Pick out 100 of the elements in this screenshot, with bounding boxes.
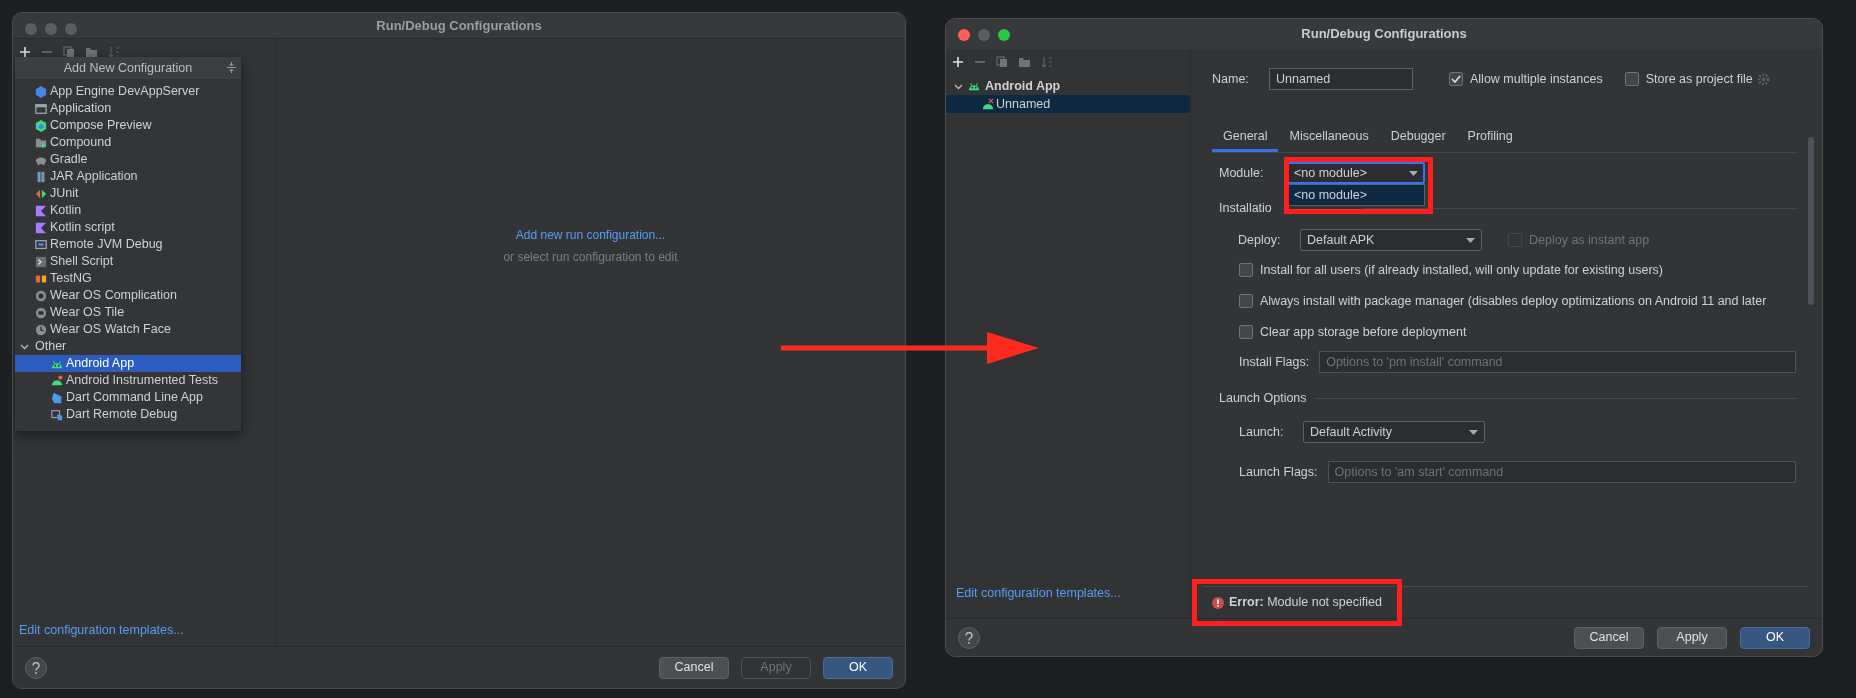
menu-item[interactable]: Kotlin [15, 202, 241, 219]
checkbox[interactable] [1239, 263, 1253, 278]
text-field[interactable]: Options to 'pm install' command [1319, 351, 1796, 374]
menu-item[interactable]: JAR Application [15, 168, 241, 185]
menu-item-label: Android App [66, 355, 135, 373]
templates-link[interactable]: Edit configuration templates... [946, 584, 1190, 618]
dropdown[interactable]: Default APK [1300, 229, 1482, 251]
help-button[interactable] [25, 656, 47, 679]
tab[interactable]: Profiling [1456, 124, 1524, 152]
diamond-arrows-icon [35, 187, 47, 200]
menu-item-label: TestNG [50, 270, 92, 288]
ok-button[interactable]: OK [823, 656, 893, 679]
dropdown-arrow-icon [1469, 429, 1478, 435]
dropdown-option[interactable]: <no module> [1288, 185, 1424, 205]
watch-icon [35, 289, 47, 302]
hexagon-icon [35, 85, 47, 98]
menu-item[interactable]: Wear OS Tile [15, 304, 241, 321]
menu-item[interactable]: Gradle [15, 151, 241, 168]
menu-item[interactable]: Shell Script [15, 253, 241, 270]
android-error-icon [982, 98, 994, 110]
android-icon [51, 374, 63, 387]
checkbox-label: Deploy as instant app [1529, 231, 1650, 249]
menu-item[interactable]: Wear OS Watch Face [15, 321, 241, 338]
section-title: Installatio [1219, 199, 1272, 217]
checkbox[interactable] [1449, 72, 1463, 86]
menu-item[interactable]: Remote JVM Debug [15, 236, 241, 253]
copy-icon[interactable] [996, 56, 1008, 68]
menu-item-label: Wear OS Watch Face [50, 321, 171, 339]
k-icon [35, 221, 47, 234]
sort-icon[interactable] [1041, 56, 1053, 68]
tree-label: Unnamed [996, 95, 1051, 113]
k-icon [35, 204, 47, 217]
popup-title: Add New Configuration [63, 59, 193, 77]
add-configuration-link[interactable]: Add new run configuration... [515, 226, 666, 244]
checkbox[interactable] [1239, 294, 1253, 309]
menu-item-label: Compound [50, 134, 112, 152]
menu-item[interactable]: Dart Command Line App [15, 389, 241, 406]
add-icon[interactable] [19, 46, 31, 58]
sort-icon[interactable] [108, 46, 120, 58]
tab[interactable]: Debugger [1379, 124, 1457, 152]
ok-button[interactable]: OK [1740, 626, 1810, 649]
chevron-icon [20, 342, 29, 351]
clock-icon [35, 323, 47, 336]
help-button[interactable] [958, 626, 980, 649]
menu-item[interactable]: App Engine DevAppServer [15, 83, 241, 100]
menu-group[interactable]: Other [15, 338, 241, 355]
dialog-button[interactable]: Cancel [1574, 626, 1644, 649]
menu-item[interactable]: Kotlin script [15, 219, 241, 236]
android-icon [968, 80, 980, 92]
menu-item-label: Dart Remote Debug [66, 406, 178, 424]
dialog-button[interactable]: Apply [1657, 626, 1727, 649]
menu-item-label: JAR Application [50, 168, 138, 186]
checkbox-label: Clear app storage before deployment [1260, 323, 1467, 341]
add-icon[interactable] [952, 56, 964, 68]
menu-item-label: JUnit [50, 185, 79, 203]
scroll-thumb[interactable] [1808, 137, 1814, 305]
menu-item-label: Shell Script [50, 253, 114, 271]
menu-item-label: Remote JVM Debug [50, 236, 163, 254]
name-field[interactable]: Unnamed [1269, 68, 1413, 90]
folder-icon[interactable] [1018, 56, 1031, 68]
monitor-icon [35, 238, 47, 251]
menu-item-label: Dart Command Line App [66, 389, 203, 407]
menu-item[interactable]: TestNG [15, 270, 241, 287]
window-title: Run/Debug Configurations [1301, 25, 1467, 44]
terminal-icon [35, 255, 47, 268]
menu-item-label: Android Instrumented Tests [66, 372, 218, 390]
menu-item[interactable]: Android App [15, 355, 241, 372]
menu-item[interactable]: Android Instrumented Tests [15, 372, 241, 389]
checkbox[interactable] [1239, 324, 1253, 339]
dropdown-arrow-icon [1409, 170, 1418, 176]
menu-item[interactable]: Wear OS Complication [15, 287, 241, 304]
error-icon [1212, 596, 1224, 609]
checkbox-label: Store as project file [1645, 70, 1753, 88]
window-control[interactable] [958, 29, 970, 41]
copy-icon[interactable] [63, 46, 75, 58]
checkbox-label: Allow multiple instances [1470, 70, 1603, 88]
tree-item[interactable]: Unnamed [946, 95, 1190, 113]
menu-item[interactable]: Compose Preview [15, 117, 241, 134]
settings-icon[interactable] [1756, 72, 1770, 86]
menu-item[interactable]: JUnit [15, 185, 241, 202]
tab[interactable]: Miscellaneous [1278, 124, 1380, 152]
text-field[interactable]: Options to 'am start' command [1327, 461, 1796, 484]
field-label: Name: [1212, 70, 1250, 88]
tab[interactable]: General [1212, 124, 1279, 152]
menu-item-label: Kotlin script [50, 219, 115, 237]
menu-item[interactable]: Dart Remote Debug [15, 406, 241, 423]
menu-item[interactable]: Compound [15, 134, 241, 151]
dropdown[interactable]: Default Activity [1303, 421, 1485, 444]
menu-item[interactable]: Application [15, 100, 241, 117]
window-control[interactable] [998, 29, 1010, 41]
checkbox[interactable] [1624, 72, 1639, 86]
collapse-icon[interactable] [226, 62, 237, 73]
tree-item[interactable]: Android App [946, 77, 1190, 95]
templates-link[interactable]: Edit configuration templates... [13, 621, 275, 646]
folder-play-icon [35, 136, 47, 149]
dialog-button[interactable]: Cancel [659, 656, 729, 679]
jar-icon [35, 170, 47, 183]
help-icon [965, 631, 973, 644]
dropdown[interactable]: <no module> [1287, 162, 1425, 184]
field-label: Deploy: [1238, 231, 1282, 249]
